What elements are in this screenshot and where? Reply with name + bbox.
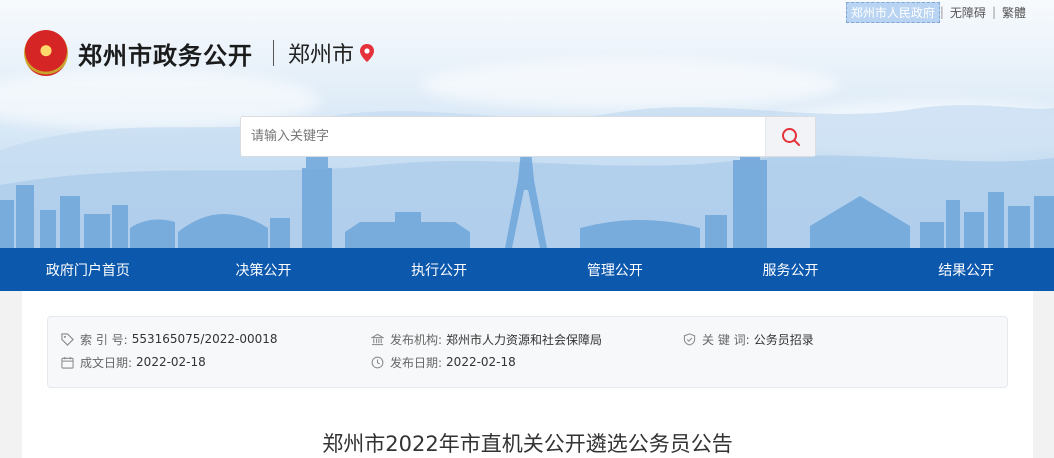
info-label: 发布日期: — [390, 355, 443, 370]
link-traditional-chinese[interactable]: 繁體 — [996, 4, 1032, 21]
info-publisher: 发布机构: 郑州市人力资源和社会保障局 — [371, 331, 602, 347]
search-button[interactable] — [765, 117, 815, 156]
shield-check-icon — [683, 332, 696, 346]
info-value: 553165075/2022-00018 — [131, 332, 278, 346]
info-index-number: 索 引 号: 553165075/2022-00018 — [61, 331, 278, 347]
link-zhengzhou-government[interactable]: 郑州市人民政府 — [845, 1, 940, 23]
article-content: 索 引 号: 553165075/2022-00018 发布机构: 郑州市人力资… — [22, 291, 1033, 458]
top-utility-links: 郑州市人民政府 | 无障碍 | 繁體 — [845, 1, 1032, 23]
info-label: 成文日期: — [80, 355, 133, 370]
institution-icon — [371, 333, 384, 345]
article-title: 郑州市2022年市直机关公开遴选公务员公告 — [322, 432, 733, 456]
info-keywords: 关 键 词: 公务员招录 — [683, 331, 814, 347]
nav-management-disclosure[interactable]: 管理公开 — [527, 248, 703, 291]
location-pin-icon[interactable] — [360, 44, 375, 62]
info-value: 2022-02-18 — [446, 355, 516, 369]
info-value: 郑州市人力资源和社会保障局 — [446, 332, 603, 347]
search-input[interactable] — [241, 117, 765, 156]
nav-decision-disclosure[interactable]: 决策公开 — [176, 248, 352, 291]
title-divider — [273, 40, 274, 66]
search-icon — [781, 127, 800, 146]
city-name: 郑州市 — [288, 43, 355, 68]
search-bar — [240, 116, 816, 157]
info-label: 发布机构: — [390, 332, 443, 347]
site-logo[interactable]: 郑州市政务公开 郑州市 — [24, 30, 375, 76]
nav-portal-home[interactable]: 政府门户首页 — [0, 248, 176, 291]
info-label: 关 键 词: — [702, 332, 750, 347]
document-info-box: 索 引 号: 553165075/2022-00018 发布机构: 郑州市人力资… — [47, 316, 1008, 388]
nav-service-disclosure[interactable]: 服务公开 — [703, 248, 879, 291]
calendar-icon — [61, 356, 74, 369]
info-value: 2022-02-18 — [136, 355, 206, 369]
clock-icon — [371, 356, 384, 368]
link-accessibility[interactable]: 无障碍 — [944, 4, 992, 21]
nav-execution-disclosure[interactable]: 执行公开 — [351, 248, 527, 291]
main-navigation: 政府门户首页 决策公开 执行公开 管理公开 服务公开 结果公开 — [0, 248, 1054, 291]
national-emblem-icon — [24, 30, 68, 76]
site-title: 郑州市政务公开 — [78, 41, 253, 70]
info-value: 公务员招录 — [753, 332, 814, 347]
tag-icon — [61, 332, 74, 346]
info-label: 索 引 号: — [80, 332, 128, 347]
info-created-date: 成文日期: 2022-02-18 — [61, 354, 206, 370]
info-publish-date: 发布日期: 2022-02-18 — [371, 354, 516, 370]
nav-result-disclosure[interactable]: 结果公开 — [878, 248, 1054, 291]
